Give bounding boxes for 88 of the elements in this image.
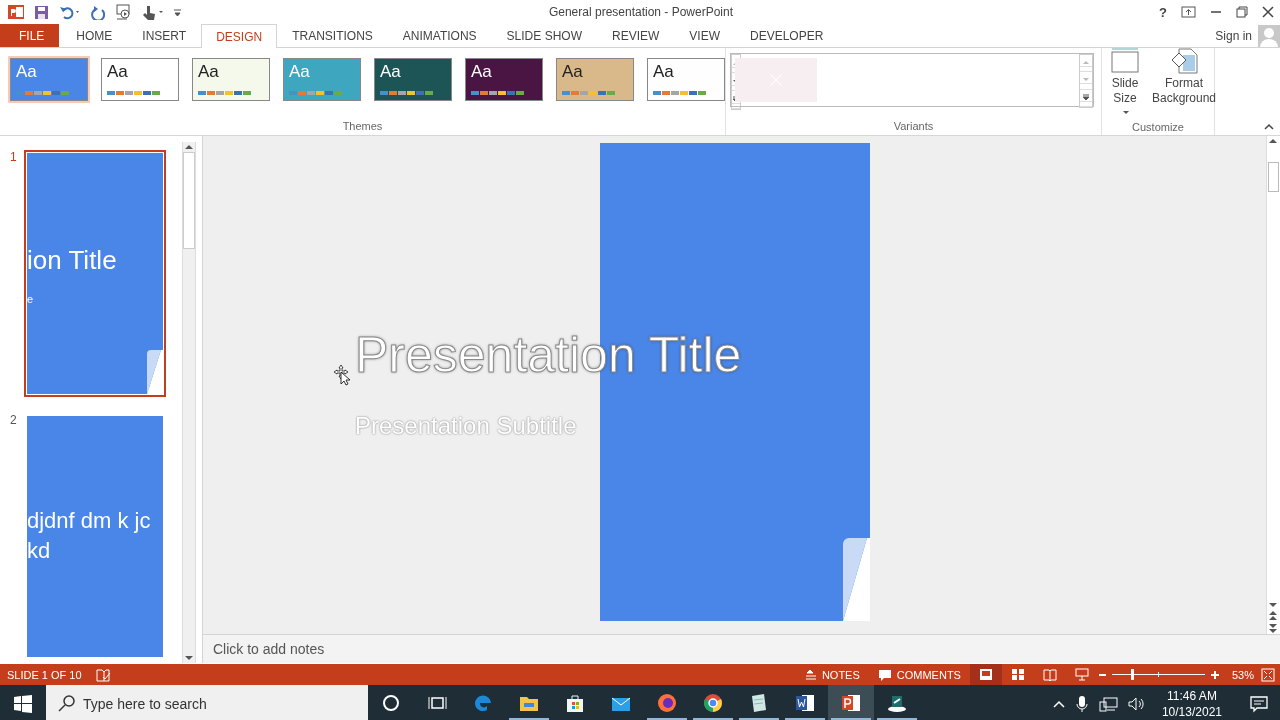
thumbnail-subtitle: e	[27, 293, 35, 305]
ribbon-tab[interactable]: HOME	[61, 24, 128, 47]
firefox-icon	[657, 692, 677, 713]
thumbnail-title: ion Title	[27, 245, 118, 275]
notes-icon	[804, 668, 817, 681]
shopping-bag-icon	[565, 692, 585, 713]
network-icon[interactable]	[1098, 695, 1118, 712]
slide-sorter-icon[interactable]	[1010, 667, 1025, 682]
sign-in-link[interactable]: Sign in	[1215, 28, 1252, 43]
slide-number: 1	[10, 150, 18, 164]
redo-icon[interactable]	[90, 4, 105, 20]
theme-thumbnail[interactable]: Aa	[8, 56, 90, 103]
help-button[interactable]: ?	[1159, 4, 1167, 20]
windows-start-icon[interactable]	[14, 694, 32, 713]
search-field[interactable]: Type here to search	[46, 685, 368, 720]
show-hidden-icons-icon[interactable]	[1052, 698, 1065, 709]
group-label: Variants	[892, 120, 935, 134]
search-icon	[58, 695, 75, 712]
volume-icon[interactable]	[1127, 695, 1144, 712]
slide-number: 2	[10, 413, 18, 427]
slide-show-icon[interactable]	[1074, 667, 1089, 682]
zoom-slider[interactable]	[1111, 670, 1205, 679]
undo-icon[interactable]	[59, 4, 80, 20]
theme-thumbnail[interactable]: Aa	[645, 56, 727, 103]
notepad-icon	[749, 692, 769, 713]
slide-frame-icon	[1110, 48, 1140, 74]
spell-check-icon[interactable]	[95, 667, 111, 682]
ribbon-tab[interactable]: ANIMATIONS	[387, 24, 492, 47]
theme-thumbnail[interactable]: Aa	[99, 56, 181, 103]
more-icon[interactable]	[1082, 93, 1090, 101]
ribbon-tab[interactable]: VIEW	[674, 24, 735, 47]
taskbar-button[interactable]	[828, 685, 874, 720]
cortana-icon	[382, 693, 400, 712]
thumbnail-text: kd	[27, 537, 52, 565]
window-title: General presentation - PowerPoint	[547, 5, 735, 19]
file-tab[interactable]: FILE	[0, 24, 60, 47]
notes-button[interactable]: NOTES	[795, 664, 869, 685]
slide-thumbnail[interactable]: ion Title e	[24, 150, 166, 397]
reading-view-icon[interactable]	[1042, 667, 1057, 682]
touch-mode-icon[interactable]	[141, 4, 163, 20]
presenter-icon[interactable]	[115, 4, 131, 20]
powerpoint-logo-icon	[8, 4, 24, 20]
restore-icon[interactable]	[1236, 6, 1248, 18]
group-label: Customize	[1131, 121, 1185, 135]
slide-counter: SLIDE 1 OF 10	[7, 668, 82, 681]
zoom-percentage[interactable]: 53%	[1219, 668, 1261, 681]
format-background-button[interactable]: Format Background	[1150, 48, 1219, 106]
ribbon-tab[interactable]: INSERT	[127, 24, 202, 47]
move-cursor-icon	[333, 364, 351, 386]
group-label: Themes	[341, 120, 384, 134]
notes-placeholder[interactable]: Click to add notes	[213, 641, 325, 657]
page-fold-icon	[147, 350, 163, 394]
powerpoint-icon	[841, 692, 861, 713]
clock[interactable]: 11:46 AM 10/13/2021	[1153, 687, 1230, 720]
close-icon[interactable]	[1262, 6, 1274, 18]
collapse-ribbon-icon[interactable]	[1264, 123, 1274, 131]
comment-icon	[877, 668, 892, 681]
theme-thumbnail[interactable]: Aa	[554, 56, 636, 103]
ribbon-tab[interactable]: DESIGN	[201, 24, 278, 48]
fit-to-window-icon[interactable]	[1261, 667, 1275, 682]
microphone-icon[interactable]	[1074, 694, 1089, 713]
scrollbar-thumb[interactable]	[1268, 162, 1279, 192]
chrome-icon	[703, 692, 723, 713]
word-icon	[795, 692, 815, 713]
notification-icon[interactable]	[1250, 694, 1268, 713]
save-icon[interactable]	[34, 4, 49, 20]
ribbon-tab[interactable]: TRANSITIONS	[277, 24, 388, 47]
comments-button[interactable]: COMMENTS	[868, 664, 970, 685]
ribbon-display-icon[interactable]	[1181, 6, 1196, 18]
scroll-up-icon[interactable]	[1267, 136, 1279, 146]
theme-thumbnail[interactable]: Aa	[190, 56, 272, 103]
scrollbar-thumb[interactable]	[183, 152, 195, 249]
page-fold-icon	[843, 538, 870, 621]
customize-toolbar-icon[interactable]	[173, 6, 182, 18]
thumbnail-text: djdnf dm k jc	[27, 507, 152, 535]
slide-size-button[interactable]: Slide Size	[1108, 48, 1142, 121]
previous-slide-icon[interactable]	[1267, 610, 1279, 622]
normal-view-icon[interactable]	[978, 667, 993, 682]
ribbon-tab[interactable]: SLIDE SHOW	[491, 24, 597, 47]
scroll-down-icon[interactable]	[1267, 600, 1279, 610]
zoom-in-icon[interactable]	[1209, 669, 1220, 680]
zoom-slider-thumb[interactable]	[1131, 669, 1135, 680]
paint-bucket-icon	[1169, 48, 1199, 74]
theme-thumbnail[interactable]: Aa	[463, 56, 545, 103]
theme-thumbnail[interactable]: Aa	[372, 56, 454, 103]
ribbon-tab[interactable]: DEVELOPER	[735, 24, 839, 47]
ribbon-tab[interactable]: REVIEW	[596, 24, 675, 47]
slide-thumbnail[interactable]: djdnf dm k jc kd	[24, 413, 166, 660]
